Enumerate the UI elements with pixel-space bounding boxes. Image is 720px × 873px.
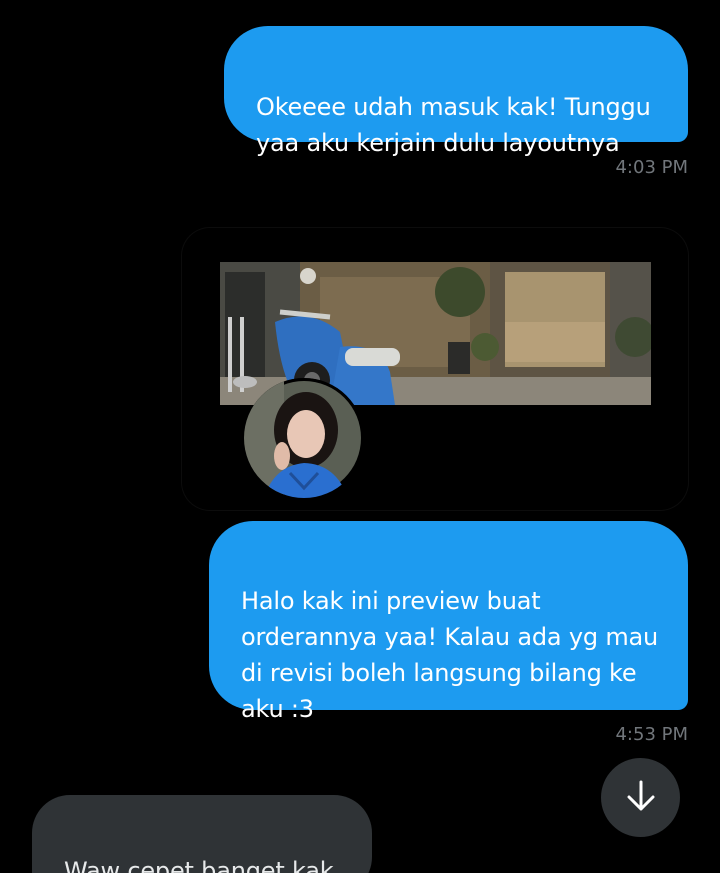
message-bubble-incoming[interactable]: Waw cepet banget kak: [32, 795, 372, 873]
message-timestamp: 4:03 PM: [615, 157, 688, 178]
message-bubble-outgoing[interactable]: Okeeee udah masuk kak! Tunggu yaa aku ke…: [224, 26, 688, 157]
message-text: Okeeee udah masuk kak! Tunggu yaa aku ke…: [256, 93, 651, 157]
message-timestamp: 4:53 PM: [615, 724, 688, 745]
message-text: Waw cepet banget kak: [64, 857, 334, 873]
scroll-to-bottom-button[interactable]: [601, 758, 680, 837]
arrow-down-icon: [624, 779, 658, 817]
message-text: Halo kak ini preview buat orderannya yaa…: [241, 587, 659, 723]
avatar[interactable]: [244, 378, 364, 498]
message-bubble-outgoing[interactable]: Halo kak ini preview buat orderannya yaa…: [209, 521, 688, 723]
